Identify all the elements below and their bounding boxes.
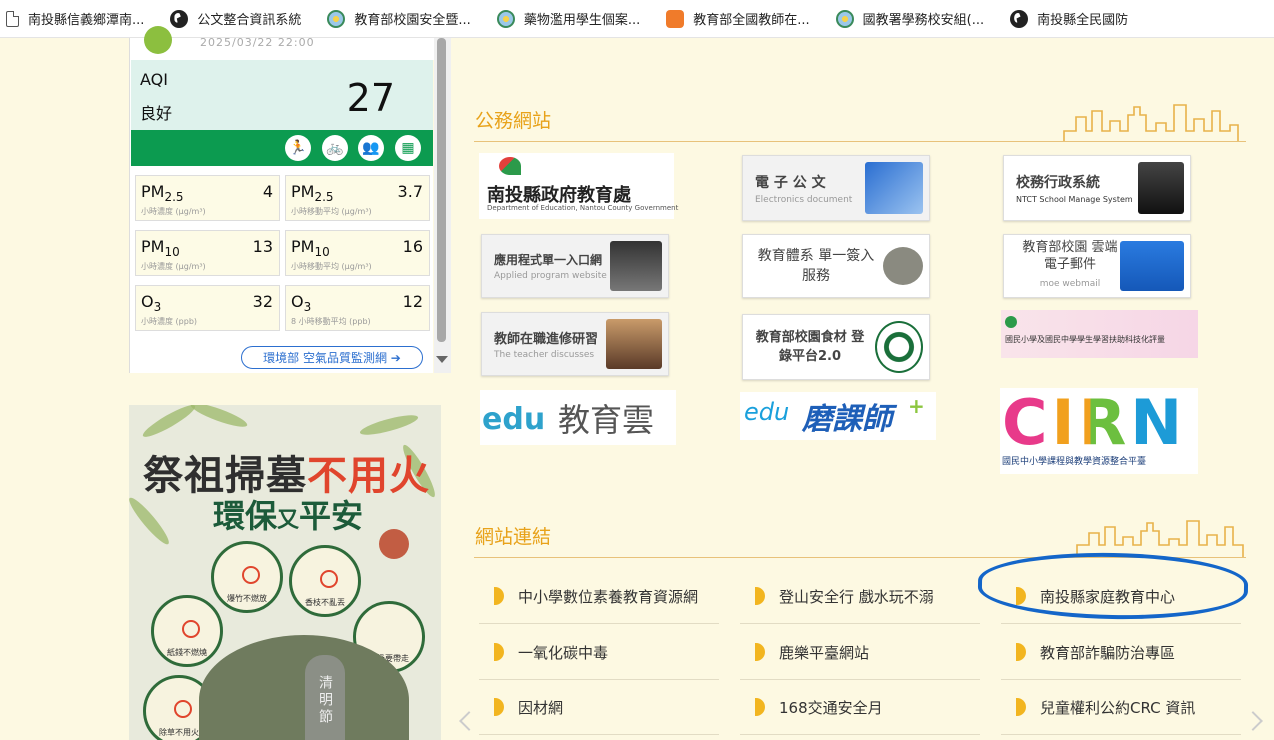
reading-pm10-hourly: PM10 13 小時濃度 (μg/m³) <box>135 230 280 276</box>
aqi-status: 良好 <box>140 104 173 123</box>
skyline-decoration <box>1063 104 1239 141</box>
bookmark-6[interactable]: 國教署學務校安組(... <box>835 9 984 28</box>
skyline-decoration <box>1076 520 1244 557</box>
link-carbon-monoxide[interactable]: 一氧化碳中毒 <box>479 625 719 680</box>
bullet-icon <box>494 698 504 716</box>
globe-icon <box>170 9 189 28</box>
logo-cirn[interactable]: CIRN 國民中小學課程與教學資源整合平臺 <box>1000 386 1198 474</box>
aqi-activity-bar: 🏃 🚲 👥 ▦ <box>131 130 433 166</box>
moe-seal-icon <box>875 321 923 373</box>
logo-school-admin-system[interactable]: 校務行政系統 NTCT School Manage System <box>1003 155 1191 221</box>
logo-edu-cloud[interactable]: edu 教育雲 <box>480 390 676 445</box>
aqi-value: 27 <box>346 76 395 120</box>
tombstone: 清明節 <box>305 655 345 740</box>
bookmark-2[interactable]: 公文整合資訊系統 <box>170 9 301 28</box>
sso-logo-icon <box>883 247 923 285</box>
bullet-icon <box>755 698 765 716</box>
link-mountain-safety[interactable]: 登山安全行 戲水玩不溺 <box>740 569 980 624</box>
computer-check-icon <box>1138 162 1184 214</box>
logo-learning-assessment[interactable]: 國民小學及國民中學學生學習扶助科技化評量 <box>1001 310 1198 358</box>
logo-edu-sso[interactable]: 教育體系 單一簽入服務 <box>742 234 930 298</box>
link-adaptive-learning[interactable]: 因材網 <box>479 680 719 735</box>
running-icon[interactable]: 🏃 <box>285 135 311 161</box>
logo-moe-webmail[interactable]: 教育部校園 雲端電子郵件 moe webmail <box>1003 234 1191 298</box>
reading-pm25-avg: PM2.5 3.7 小時移動平均 (μg/m³) <box>285 175 430 221</box>
reading-o3-hourly: O3 32 小時濃度 (ppb) <box>135 285 280 331</box>
poster-subtitle: 環保又平安 <box>213 497 364 535</box>
aqi-status-dot <box>144 26 172 54</box>
logo-campus-food[interactable]: 教育部校園食材 登錄平台2.0 <box>742 314 930 380</box>
laptop-icon <box>610 241 662 291</box>
bookmarks-bar: 南投縣信義鄉潭南... 公文整合資訊系統 教育部校園安全暨... 藥物濫用學生個… <box>0 0 1274 38</box>
plus-icon: + <box>908 394 925 418</box>
nantou-logo-icon <box>499 157 521 175</box>
teacher-photo <box>606 319 662 369</box>
link-lule-platform[interactable]: 鹿樂平臺網站 <box>740 625 980 680</box>
reading-pm10-avg: PM10 16 小時移動平均 (μg/m³) <box>285 230 430 276</box>
no-incense-icon: 香枝不亂丟 <box>289 545 361 617</box>
aqi-widget: 2025/03/22 22:00 AQI 良好 27 🏃 🚲 👥 ▦ PM2.5… <box>129 26 434 373</box>
logo-mooc[interactable]: edu 磨課師 + <box>740 392 936 440</box>
logo-electronic-document[interactable]: 電 子 公 文 Electronics document <box>742 155 930 221</box>
bullet-icon <box>1016 698 1026 716</box>
moe-emblem-icon <box>327 9 346 28</box>
reading-o3-avg: O3 12 8 小時移動平均 (ppb) <box>285 285 430 331</box>
globe-icon <box>1010 9 1029 28</box>
aqi-main-panel: AQI 良好 27 <box>131 60 433 130</box>
link-crc-info[interactable]: 兒童權利公約CRC 資訊 <box>1001 680 1241 735</box>
group-icon[interactable]: 👥 <box>358 135 384 161</box>
tomb-sweeping-poster[interactable]: 祭祖掃墓不用火 環保又平安 爆竹不燃放 香枝不亂丟 紙錢不燃燒 垃圾要帶走 除草… <box>129 405 441 740</box>
bullet-icon <box>494 587 504 605</box>
bookmark-3[interactable]: 教育部校園安全暨... <box>327 9 471 28</box>
magnifier-folder-icon <box>865 162 923 214</box>
cloud-mail-icon <box>1120 241 1184 291</box>
no-firecracker-icon: 爆竹不燃放 <box>211 541 283 613</box>
bullet-icon <box>755 643 765 661</box>
moe-emblem-icon <box>835 9 854 28</box>
bicycle-icon[interactable]: 🚲 <box>322 135 348 161</box>
bullet-icon <box>1016 643 1026 661</box>
moe-emblem-icon <box>496 9 515 28</box>
bookmark-1[interactable]: 南投縣信義鄉潭南... <box>6 9 144 28</box>
logo-app-single-portal[interactable]: 應用程式單一入口網 Applied program website <box>481 234 669 298</box>
no-paper-money-icon: 紙錢不燃燒 <box>151 595 223 667</box>
reading-pm25-hourly: PM2.5 4 小時濃度 (μg/m³) <box>135 175 280 221</box>
sun-decoration <box>379 529 409 559</box>
epa-air-quality-link[interactable]: 環境部 空氣品質監測網 ➔ <box>241 346 423 369</box>
scroll-down-arrow-icon[interactable] <box>436 356 448 363</box>
section-divider <box>474 141 1246 142</box>
widget-scrollbar-thumb[interactable] <box>437 38 446 342</box>
aqi-label: AQI <box>140 70 168 89</box>
bookmark-7[interactable]: 南投縣全民國防 <box>1010 9 1128 28</box>
link-traffic-safety[interactable]: 168交通安全月 <box>740 680 980 735</box>
arrow-right-icon: ➔ <box>386 350 401 365</box>
chevron-right-icon[interactable] <box>1243 711 1263 731</box>
bullet-icon <box>755 587 765 605</box>
link-digital-literacy[interactable]: 中小學數位素養教育資源網 <box>479 569 719 624</box>
logo-nantou-education[interactable]: 南投縣政府教育處 Department of Education, Nantou… <box>479 153 678 219</box>
page-icon <box>6 10 19 27</box>
section-title-official: 公務網站 <box>475 110 552 132</box>
link-anti-fraud[interactable]: 教育部詐騙防治專區 <box>1001 625 1241 680</box>
bookmark-5[interactable]: 教育部全國教師在... <box>666 9 810 28</box>
aqi-header: 2025/03/22 22:00 <box>130 26 434 60</box>
bookmark-4[interactable]: 藥物濫用學生個案... <box>496 9 640 28</box>
section-title-links: 網站連結 <box>475 526 552 548</box>
logo-teacher-training[interactable]: 教師在職進修研習 The teacher discusses <box>481 312 669 376</box>
window-icon[interactable]: ▦ <box>395 135 421 161</box>
bullet-icon <box>494 643 504 661</box>
aqi-timestamp: 2025/03/22 22:00 <box>200 36 315 49</box>
chevron-left-icon[interactable] <box>459 711 479 731</box>
orange-app-icon <box>666 9 685 28</box>
